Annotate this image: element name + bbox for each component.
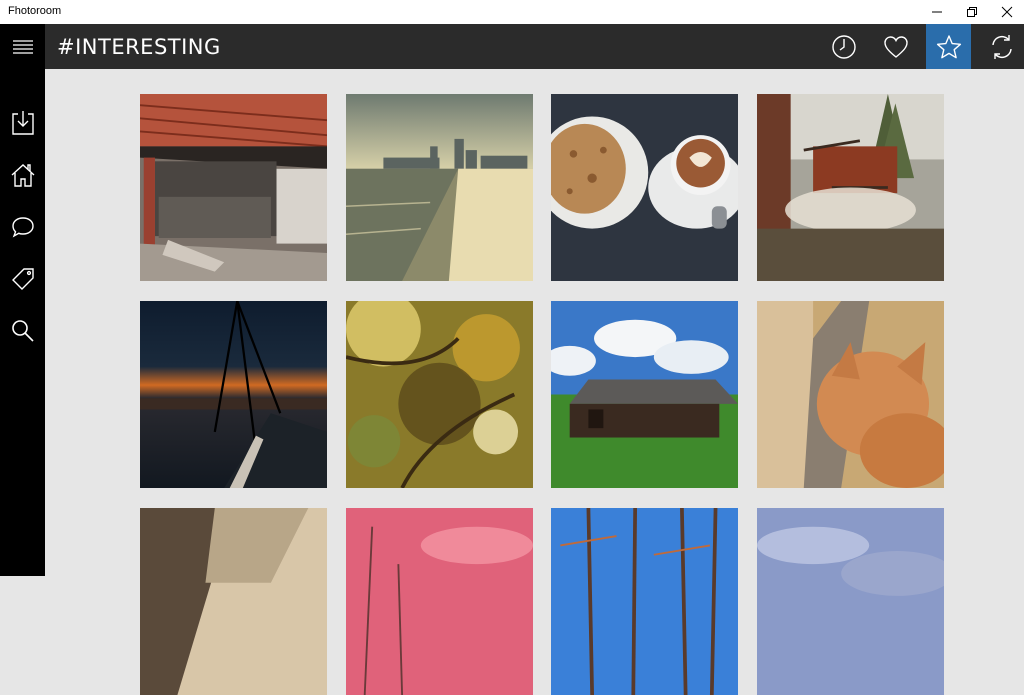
close-icon [1001,6,1013,18]
photo-tile[interactable] [346,94,533,281]
photo-burnt-trees [551,508,738,695]
sidebar-item-download[interactable] [0,100,45,145]
starred-button[interactable] [926,24,971,69]
refresh-button[interactable] [979,24,1024,69]
photo-tile[interactable] [551,94,738,281]
photo-tile[interactable] [140,94,327,281]
photo-tile[interactable] [551,508,738,695]
photo-pink-sunset [346,508,533,695]
minimize-icon [932,11,942,13]
photo-blue-clouds [757,508,944,695]
sidebar [0,24,45,576]
favorites-button[interactable] [873,24,918,69]
photo-tile[interactable] [140,301,327,488]
photo-abandoned-shed [140,94,327,281]
photo-cookie-coffee [551,94,738,281]
tag-icon [11,267,34,290]
window-title: Fhotoroom [8,5,62,17]
recent-button[interactable] [821,24,866,69]
photo-architecture [140,508,327,695]
search-icon [11,319,34,342]
minimize-button[interactable] [920,0,954,24]
sidebar-item-search[interactable] [0,308,45,353]
photo-tile[interactable] [757,508,944,695]
download-icon [11,110,34,135]
photo-tile[interactable] [757,301,944,488]
photo-autumn-bokeh [346,301,533,488]
page-header: #INTERESTING [45,24,1024,69]
photo-tile[interactable] [346,508,533,695]
photo-orange-cat [757,301,944,488]
photo-steam-machinery [757,94,944,281]
photo-tile[interactable] [140,508,327,695]
photo-beach-skyline [346,94,533,281]
sidebar-item-menu[interactable] [0,24,45,69]
heart-icon [883,35,908,58]
photo-sunset-harbor [140,301,327,488]
clock-icon [831,34,856,59]
photo-barn-field [551,301,738,488]
sidebar-item-home[interactable] [0,152,45,197]
photo-tile[interactable] [346,301,533,488]
close-button[interactable] [990,0,1024,24]
sidebar-item-tags[interactable] [0,256,45,301]
home-icon [11,163,34,187]
restore-icon [967,7,977,17]
restore-button[interactable] [955,0,989,24]
page-title: #INTERESTING [57,35,221,59]
star-icon [936,34,961,58]
sidebar-item-comments[interactable] [0,204,45,249]
chat-bubble-icon [11,216,34,238]
photo-tile[interactable] [757,94,944,281]
window-titlebar: Fhotoroom [0,0,1024,24]
refresh-icon [991,34,1012,59]
photo-tile[interactable] [551,301,738,488]
hamburger-menu-icon [12,39,33,54]
